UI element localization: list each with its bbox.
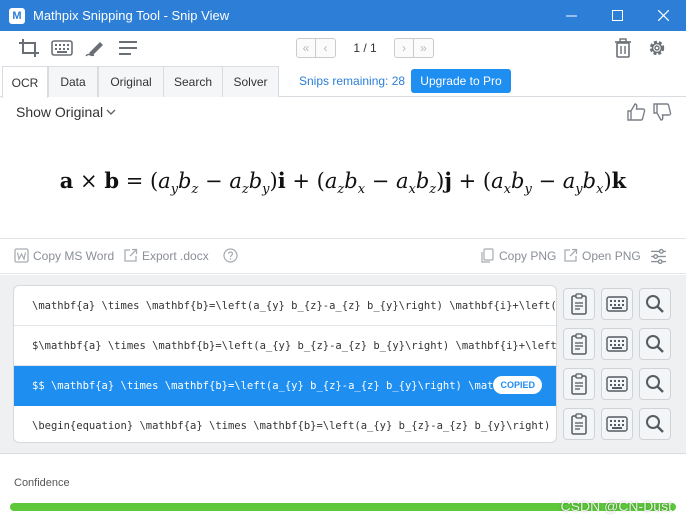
copy-png-button[interactable]: Copy PNG xyxy=(480,248,556,263)
help-icon xyxy=(223,248,238,263)
rendered-equation: a × b = (aybz − azby)i + (azbx − axbz)j … xyxy=(59,168,627,198)
word-icon xyxy=(14,248,29,263)
delete-button[interactable] xyxy=(611,37,635,59)
clipboard-icon xyxy=(571,373,587,395)
copied-badge: COPIED xyxy=(493,376,542,394)
search-icon xyxy=(646,375,664,393)
upgrade-button[interactable]: Upgrade to Pro xyxy=(411,69,511,93)
minimize-icon xyxy=(565,15,577,17)
maximize-button[interactable] xyxy=(594,0,640,31)
mathpix-logo-icon: M xyxy=(9,7,25,24)
copy-button[interactable] xyxy=(563,408,595,440)
thumbs-down-icon xyxy=(653,103,672,121)
result-row-latex[interactable]: \mathbf{a} \times \mathbf{b}=\left(a_{y}… xyxy=(14,286,557,326)
window-title: Mathpix Snipping Tool - Snip View xyxy=(33,8,230,23)
copy-button[interactable] xyxy=(563,368,595,400)
result-text: \begin{equation} \mathbf{a} \times \math… xyxy=(32,420,557,432)
minimize-button[interactable] xyxy=(548,0,594,31)
chevron-down-icon xyxy=(106,109,116,115)
help-button[interactable] xyxy=(223,248,242,263)
clipboard-icon xyxy=(571,333,587,355)
menu-icon xyxy=(119,41,137,55)
page-indicator: 1 / 1 xyxy=(353,41,377,55)
title-bar: M Mathpix Snipping Tool - Snip View xyxy=(0,0,686,31)
crop-screen-button[interactable] xyxy=(17,37,41,59)
result-text: $\mathbf{a} \times \mathbf{b}=\left(a_{y… xyxy=(32,339,557,352)
divider xyxy=(0,453,686,454)
keyboard-icon xyxy=(606,376,628,392)
search-button[interactable] xyxy=(639,368,671,400)
tab-data[interactable]: Data xyxy=(48,66,98,97)
gear-icon xyxy=(649,40,665,56)
results-list: \mathbf{a} \times \mathbf{b}=\left(a_{y}… xyxy=(13,285,557,443)
keyboard-button[interactable] xyxy=(601,288,633,320)
settings-button[interactable] xyxy=(645,37,669,59)
copy-icon xyxy=(481,248,494,263)
first-page-button[interactable]: « xyxy=(296,38,316,58)
close-icon xyxy=(657,10,669,21)
tab-original[interactable]: Original xyxy=(98,66,164,97)
export-docx-button[interactable]: Export .docx xyxy=(123,248,209,263)
result-text: \mathbf{a} \times \mathbf{b}=\left(a_{y}… xyxy=(32,299,557,312)
search-button[interactable] xyxy=(639,328,671,360)
clipboard-icon xyxy=(571,293,587,315)
search-icon xyxy=(646,415,664,433)
maximize-icon xyxy=(611,10,623,21)
tab-solver[interactable]: Solver xyxy=(222,66,279,97)
crop-screen-icon xyxy=(19,39,39,57)
thumbs-down-button[interactable] xyxy=(652,102,672,122)
last-page-button[interactable]: » xyxy=(414,38,434,58)
toolbar: « ‹ 1 / 1 › » xyxy=(0,31,686,66)
keyboard-icon xyxy=(606,296,628,312)
confidence-label: Confidence xyxy=(14,477,70,489)
tab-bar: OCR Data Original Search Solver Snips re… xyxy=(0,66,686,98)
snips-remaining: Snips remaining: 28 xyxy=(299,74,406,88)
search-button[interactable] xyxy=(639,288,671,320)
prev-page-button[interactable]: ‹ xyxy=(316,38,336,58)
keyboard-icon xyxy=(606,416,628,432)
result-text: $$ \mathbf{a} \times \mathbf{b}=\left(a_… xyxy=(32,380,513,392)
keyboard-icon xyxy=(606,336,628,352)
open-png-button[interactable]: Open PNG xyxy=(563,248,641,263)
result-row-equation[interactable]: \begin{equation} \mathbf{a} \times \math… xyxy=(14,406,557,442)
options-button[interactable] xyxy=(650,248,671,265)
tab-search[interactable]: Search xyxy=(163,66,223,97)
draw-button[interactable] xyxy=(84,37,108,59)
keyboard-button[interactable] xyxy=(50,37,74,59)
show-original-toggle[interactable]: Show Original xyxy=(16,104,116,120)
clipboard-icon xyxy=(571,413,587,435)
window-controls xyxy=(548,0,686,31)
keyboard-button[interactable] xyxy=(601,328,633,360)
export-docx-label: Export .docx xyxy=(142,248,209,263)
pen-icon xyxy=(85,42,103,57)
external-link-icon xyxy=(124,248,138,262)
search-icon xyxy=(646,295,664,313)
thumbs-up-button[interactable] xyxy=(626,102,646,122)
tab-ocr[interactable]: OCR xyxy=(2,66,48,98)
next-page-button[interactable]: › xyxy=(394,38,414,58)
keyboard-icon xyxy=(51,40,73,56)
thumbs-up-icon xyxy=(627,103,646,121)
sliders-icon xyxy=(651,248,666,265)
close-button[interactable] xyxy=(640,0,686,31)
search-button[interactable] xyxy=(639,408,671,440)
copy-png-label: Copy PNG xyxy=(499,248,557,263)
action-row: Copy MS Word Export .docx Copy PNG Open … xyxy=(0,238,686,274)
show-original-label: Show Original xyxy=(16,104,104,120)
keyboard-button[interactable] xyxy=(601,368,633,400)
pager: « ‹ 1 / 1 › » xyxy=(296,38,434,58)
trash-icon xyxy=(615,38,631,58)
copy-button[interactable] xyxy=(563,288,595,320)
result-row-inline[interactable]: $\mathbf{a} \times \mathbf{b}=\left(a_{y… xyxy=(14,326,557,366)
open-external-icon xyxy=(564,248,578,262)
open-png-label: Open PNG xyxy=(582,248,641,263)
search-icon xyxy=(646,335,664,353)
watermark: CSDN @CN-Dust xyxy=(560,498,672,514)
copy-ms-word-label: Copy MS Word xyxy=(33,248,115,263)
menu-button[interactable] xyxy=(116,37,140,59)
keyboard-button[interactable] xyxy=(601,408,633,440)
copy-button[interactable] xyxy=(563,328,595,360)
copy-ms-word-button[interactable]: Copy MS Word xyxy=(14,248,114,263)
result-row-display[interactable]: $$ \mathbf{a} \times \mathbf{b}=\left(a_… xyxy=(14,366,556,406)
